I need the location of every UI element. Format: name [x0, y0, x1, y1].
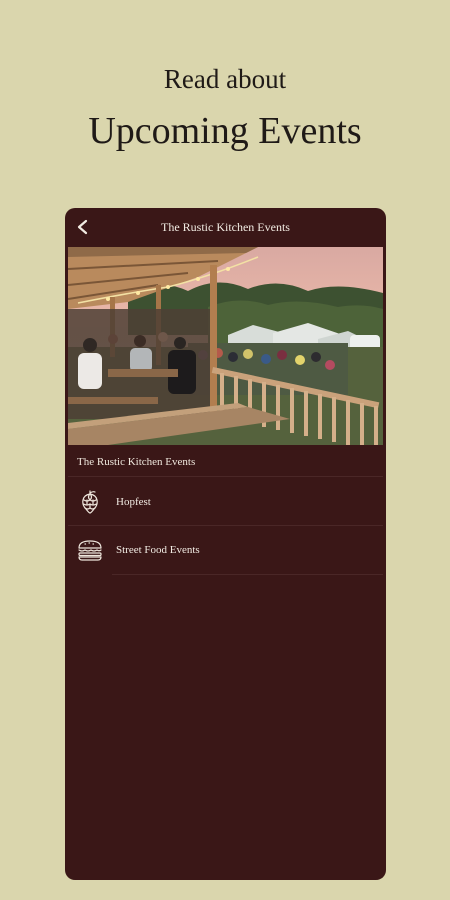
- list-item-hopfest[interactable]: Hopfest: [65, 478, 386, 525]
- phone-screen: The Rustic Kitchen Events The Rustic Kit…: [65, 208, 386, 880]
- section-title: The Rustic Kitchen Events: [77, 456, 196, 468]
- hero-image: [68, 247, 383, 445]
- list-item-label: Street Food Events: [116, 543, 200, 556]
- burger-icon: [77, 537, 103, 563]
- divider: [68, 476, 383, 477]
- hop-icon: [77, 489, 103, 515]
- list-item-label: Hopfest: [116, 495, 151, 508]
- promo-title: Upcoming Events: [88, 110, 362, 152]
- promo-subtitle: Read about: [163, 64, 287, 94]
- header-title: The Rustic Kitchen Events: [161, 220, 290, 234]
- list-item-street-food-events[interactable]: Street Food Events: [65, 526, 386, 573]
- divider: [112, 574, 383, 575]
- app-header: The Rustic Kitchen Events: [65, 208, 386, 247]
